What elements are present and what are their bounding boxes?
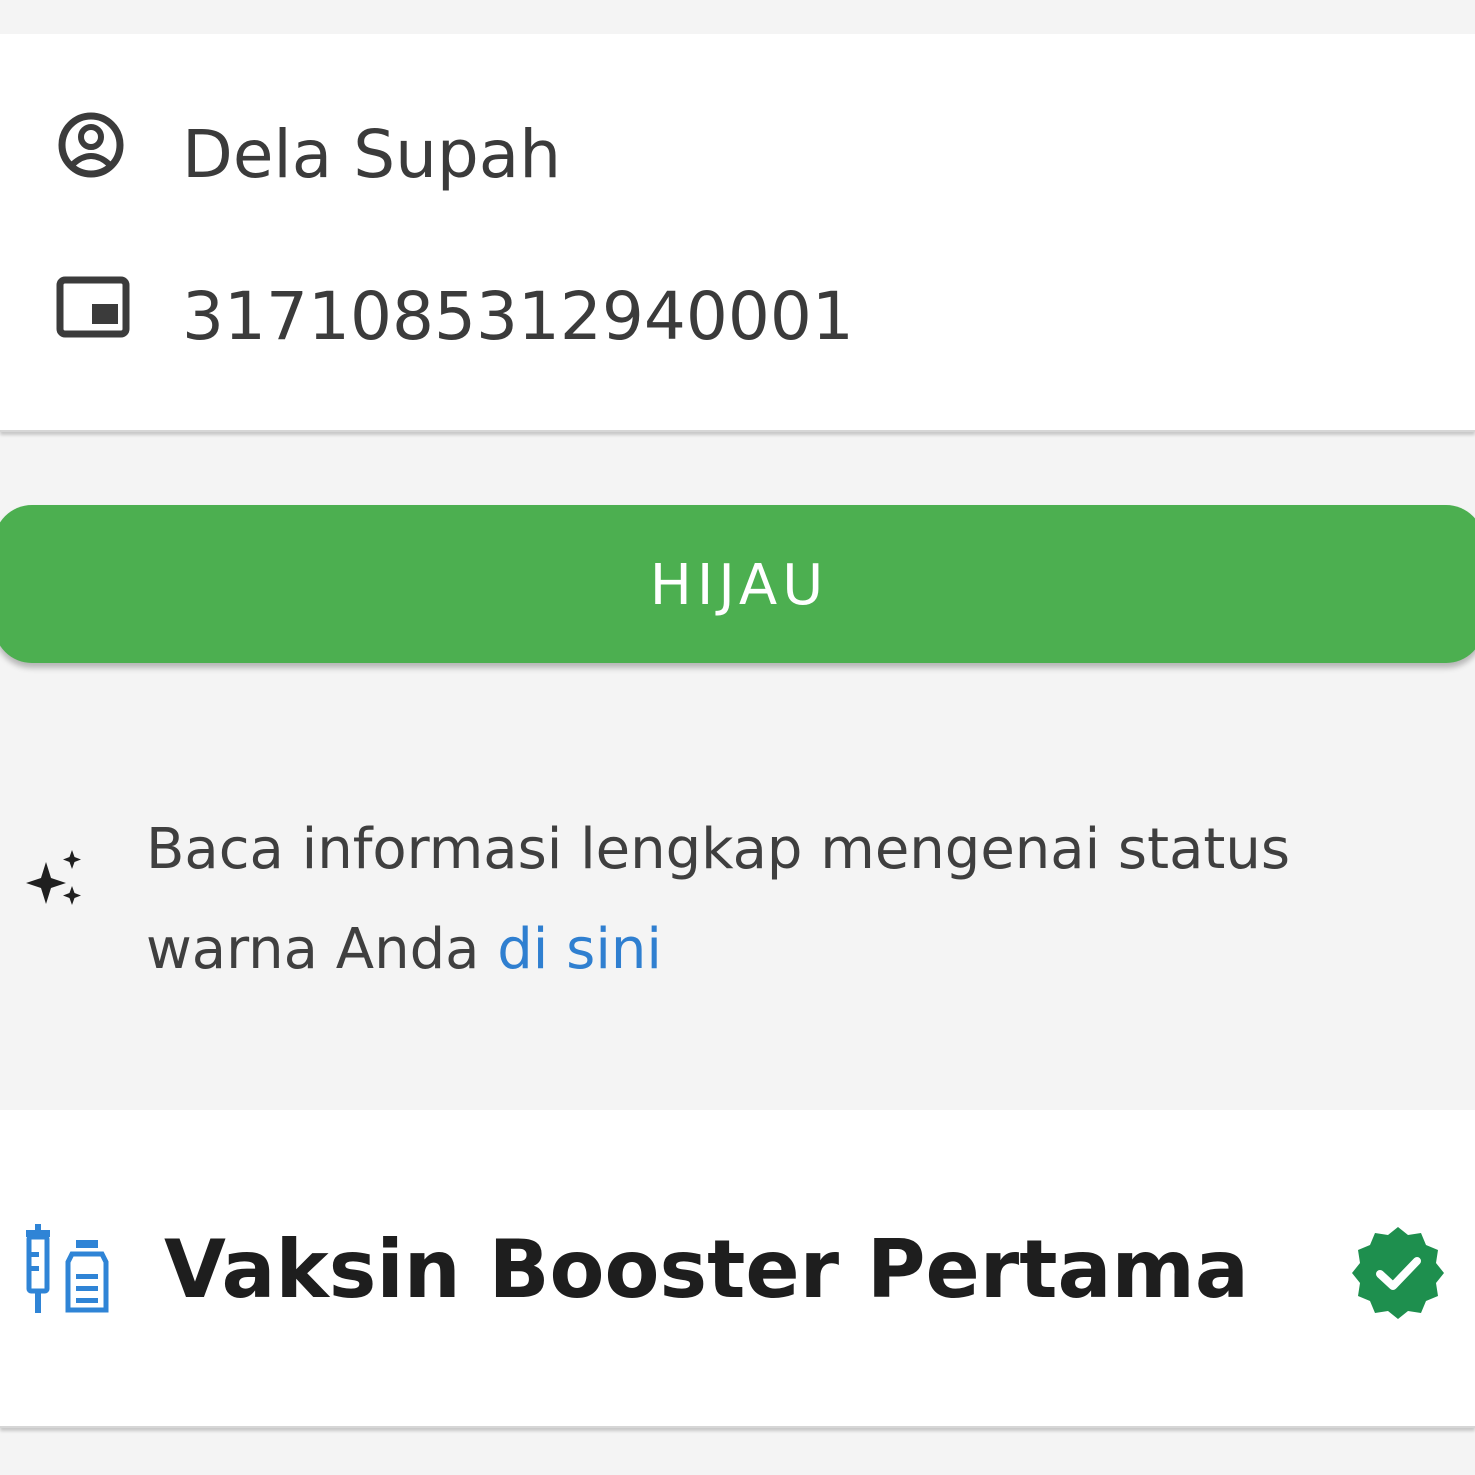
id-card-icon [56,276,130,338]
user-nik: 3171085312940001 [182,278,854,355]
sparkle-icon [26,850,81,905]
info-text: Baca informasi lengkap mengenai status w… [146,800,1446,1000]
name-row: Dela Supah [0,106,1475,206]
user-name: Dela Supah [182,116,562,193]
status-label: HIJAU [649,553,829,618]
syringe-vial-icon [26,1224,109,1313]
user-circle-icon [58,112,124,178]
status-color-button[interactable]: HIJAU [0,505,1475,663]
info-link[interactable]: di sini [497,917,662,982]
vaccine-title: Vaksin Booster Pertama [164,1223,1249,1316]
verified-check-icon [1352,1227,1444,1319]
vaccine-card[interactable]: Vaksin Booster Pertama [0,1110,1475,1428]
page: Dela Supah 3171085312940001 HIJAU Baca i… [0,0,1475,1475]
identity-card: Dela Supah 3171085312940001 [0,34,1475,432]
status-info: Baca informasi lengkap mengenai status w… [0,790,1475,1010]
nik-row: 3171085312940001 [0,268,1475,368]
info-message: Baca informasi lengkap mengenai status w… [146,817,1291,982]
